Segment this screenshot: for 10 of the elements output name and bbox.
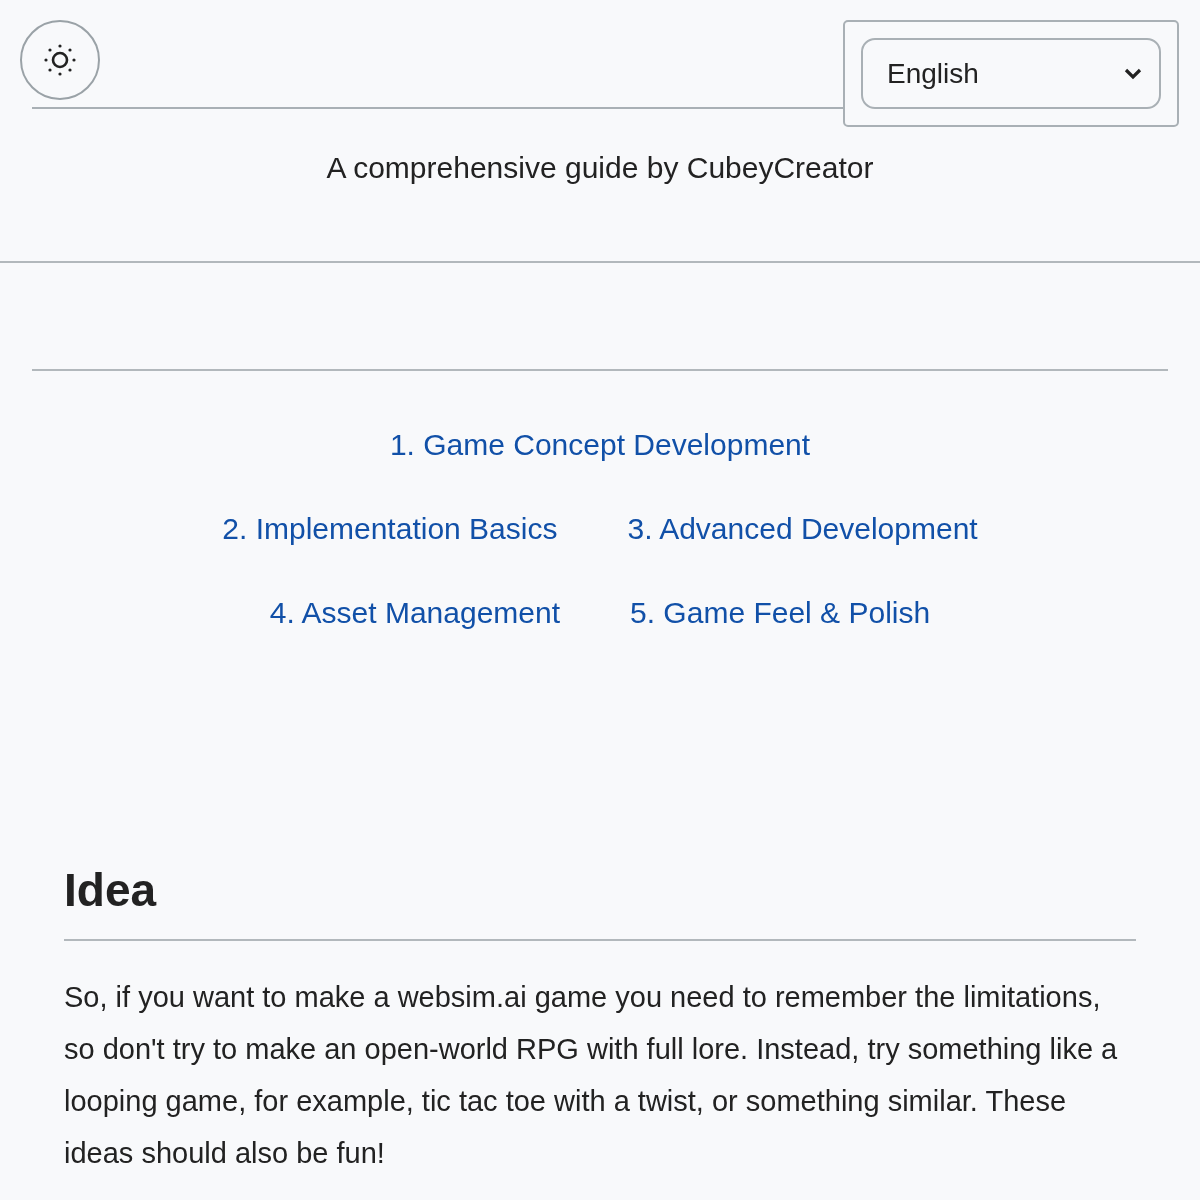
subtitle: A comprehensive guide by CubeyCreator xyxy=(325,150,875,186)
toc-link[interactable]: 2. Implementation Basics xyxy=(222,509,558,549)
paragraph: So, if you want to make a websim.ai game you need to remember the limitations, so don't try to make an open-world RPG with full lore. Instead, try something like a looping game, for example, tic tac toe with a twist, or something similar. These ideas should also be fun! xyxy=(64,980,1119,1171)
toc-link[interactable]: 4. Asset Management xyxy=(269,593,560,633)
toc-link[interactable]: 3. Advanced Development xyxy=(627,509,978,549)
chevron-down-icon xyxy=(1123,66,1143,81)
toc-link[interactable]: 5. Game Feel & Polish xyxy=(630,593,931,633)
toc-link[interactable]: 1. Game Concept Development xyxy=(389,425,811,465)
section-heading: Idea xyxy=(64,863,158,917)
language-select[interactable]: English xyxy=(861,38,1161,109)
